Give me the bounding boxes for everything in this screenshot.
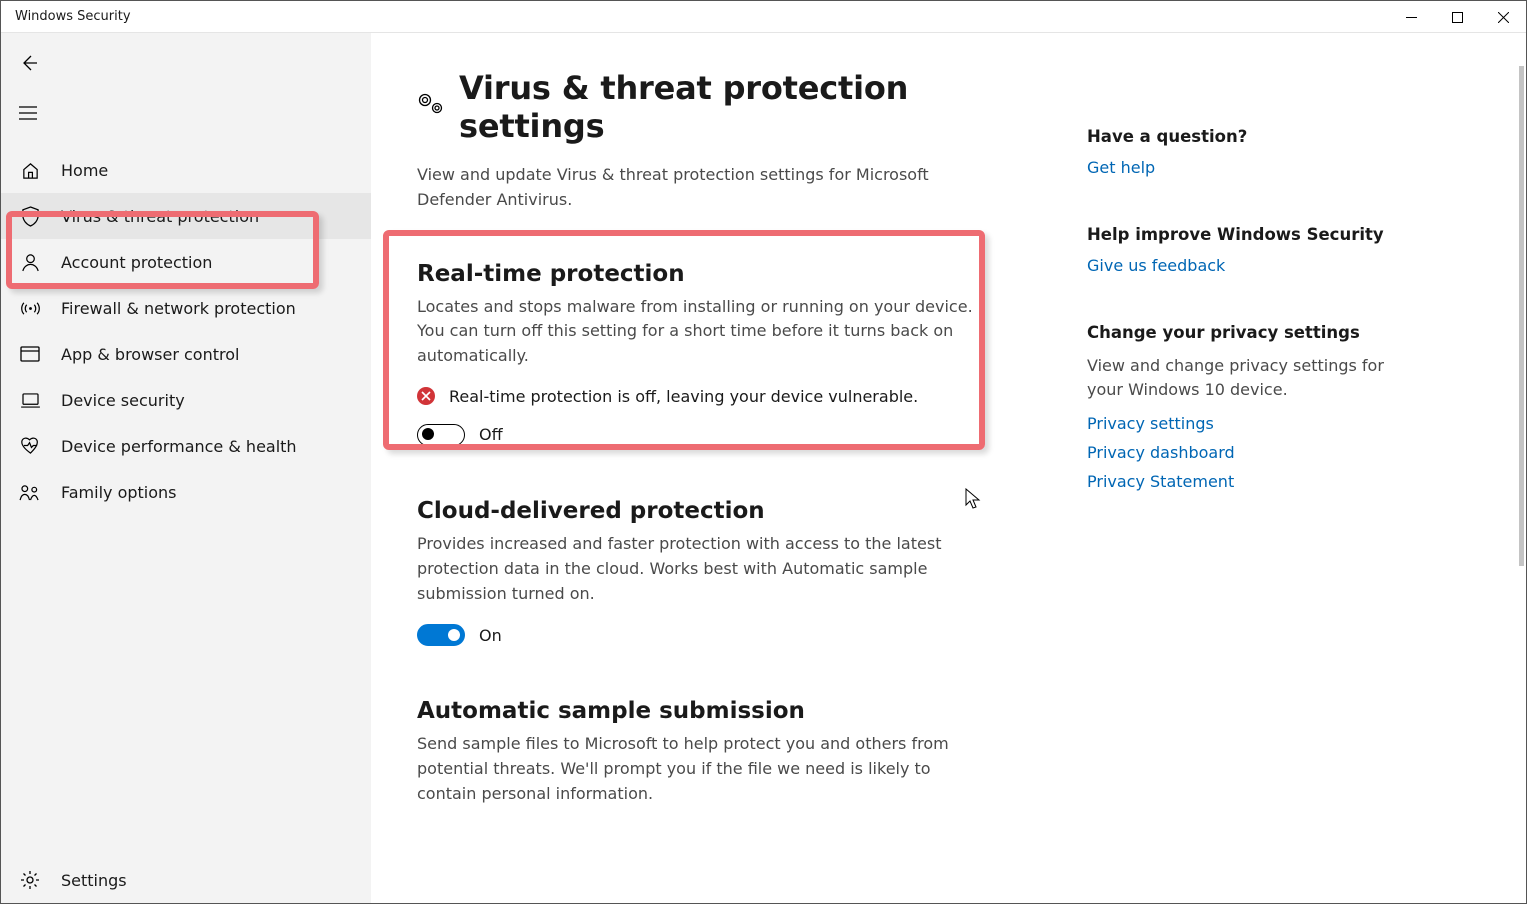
side-column: Have a question? Get help Help improve W…: [1087, 69, 1387, 903]
sidebar-item-label: Settings: [61, 871, 127, 890]
section-description: Locates and stops malware from installin…: [417, 295, 977, 369]
page-title: Virus & threat protection settings: [459, 69, 1057, 145]
sidebar-item-settings[interactable]: Settings: [1, 857, 371, 903]
side-block-title: Help improve Windows Security: [1087, 225, 1387, 244]
titlebar: Windows Security: [1, 1, 1526, 33]
sidebar-item-label: Virus & threat protection: [61, 207, 259, 226]
feedback-link[interactable]: Give us feedback: [1087, 256, 1387, 275]
get-help-link[interactable]: Get help: [1087, 158, 1387, 177]
close-button[interactable]: [1480, 1, 1526, 33]
minimize-button[interactable]: [1388, 1, 1434, 33]
section-cloud: Cloud-delivered protection Provides incr…: [417, 498, 1057, 646]
menu-button[interactable]: [19, 93, 59, 133]
side-block-title: Have a question?: [1087, 127, 1387, 146]
section-sample: Automatic sample submission Send sample …: [417, 698, 1057, 806]
sidebar-item-label: Family options: [61, 483, 177, 502]
cloud-toggle[interactable]: [417, 624, 465, 646]
sidebar-item-home[interactable]: Home: [1, 147, 371, 193]
laptop-icon: [19, 393, 41, 408]
toggle-state-label: On: [479, 626, 502, 645]
privacy-statement-link[interactable]: Privacy Statement: [1087, 472, 1387, 491]
back-button[interactable]: [19, 43, 59, 83]
app-window-icon: [19, 346, 41, 362]
section-title: Real-time protection: [417, 261, 1057, 287]
section-title: Cloud-delivered protection: [417, 498, 1057, 524]
family-icon: [19, 484, 41, 501]
shield-icon: [19, 206, 41, 227]
section-description: Send sample files to Microsoft to help p…: [417, 732, 977, 806]
sidebar-item-family[interactable]: Family options: [1, 469, 371, 515]
sidebar-item-label: Firewall & network protection: [61, 299, 296, 318]
section-title: Automatic sample submission: [417, 698, 1057, 724]
settings-gears-icon: [417, 92, 445, 122]
side-block-description: View and change privacy settings for you…: [1087, 354, 1387, 402]
sidebar: Home Virus & threat protection Account p…: [1, 33, 371, 903]
window-controls: [1388, 1, 1526, 32]
side-block-privacy: Change your privacy settings View and ch…: [1087, 323, 1387, 491]
scrollbar[interactable]: [1519, 66, 1524, 566]
realtime-toggle[interactable]: [417, 424, 465, 446]
sidebar-item-label: Account protection: [61, 253, 212, 272]
section-realtime: Real-time protection Locates and stops m…: [417, 261, 1057, 446]
sidebar-item-device-security[interactable]: Device security: [1, 377, 371, 423]
window-title: Windows Security: [15, 9, 131, 24]
heart-icon: [19, 437, 41, 455]
sidebar-item-label: Device security: [61, 391, 185, 410]
sidebar-item-account[interactable]: Account protection: [1, 239, 371, 285]
sidebar-item-virus-threat[interactable]: Virus & threat protection: [1, 193, 371, 239]
maximize-button[interactable]: [1434, 1, 1480, 33]
sidebar-item-label: Home: [61, 161, 108, 180]
sidebar-item-device-performance[interactable]: Device performance & health: [1, 423, 371, 469]
privacy-dashboard-link[interactable]: Privacy dashboard: [1087, 443, 1387, 462]
side-block-title: Change your privacy settings: [1087, 323, 1387, 342]
error-icon: [417, 387, 435, 405]
side-block-question: Have a question? Get help: [1087, 127, 1387, 177]
toggle-state-label: Off: [479, 425, 503, 444]
person-icon: [19, 253, 41, 272]
sidebar-item-firewall[interactable]: Firewall & network protection: [1, 285, 371, 331]
sidebar-item-label: Device performance & health: [61, 437, 297, 456]
content-area: Virus & threat protection settings View …: [371, 33, 1526, 903]
gear-icon: [19, 870, 41, 890]
sidebar-item-app-browser[interactable]: App & browser control: [1, 331, 371, 377]
side-block-improve: Help improve Windows Security Give us fe…: [1087, 225, 1387, 275]
warning-row: Real-time protection is off, leaving you…: [417, 387, 1057, 406]
radio-icon: [19, 300, 41, 317]
home-icon: [19, 161, 41, 180]
sidebar-item-label: App & browser control: [61, 345, 239, 364]
warning-text: Real-time protection is off, leaving you…: [449, 387, 918, 406]
page-subtitle: View and update Virus & threat protectio…: [417, 163, 977, 213]
page-header: Virus & threat protection settings: [417, 69, 1057, 145]
privacy-settings-link[interactable]: Privacy settings: [1087, 414, 1387, 433]
section-description: Provides increased and faster protection…: [417, 532, 977, 606]
